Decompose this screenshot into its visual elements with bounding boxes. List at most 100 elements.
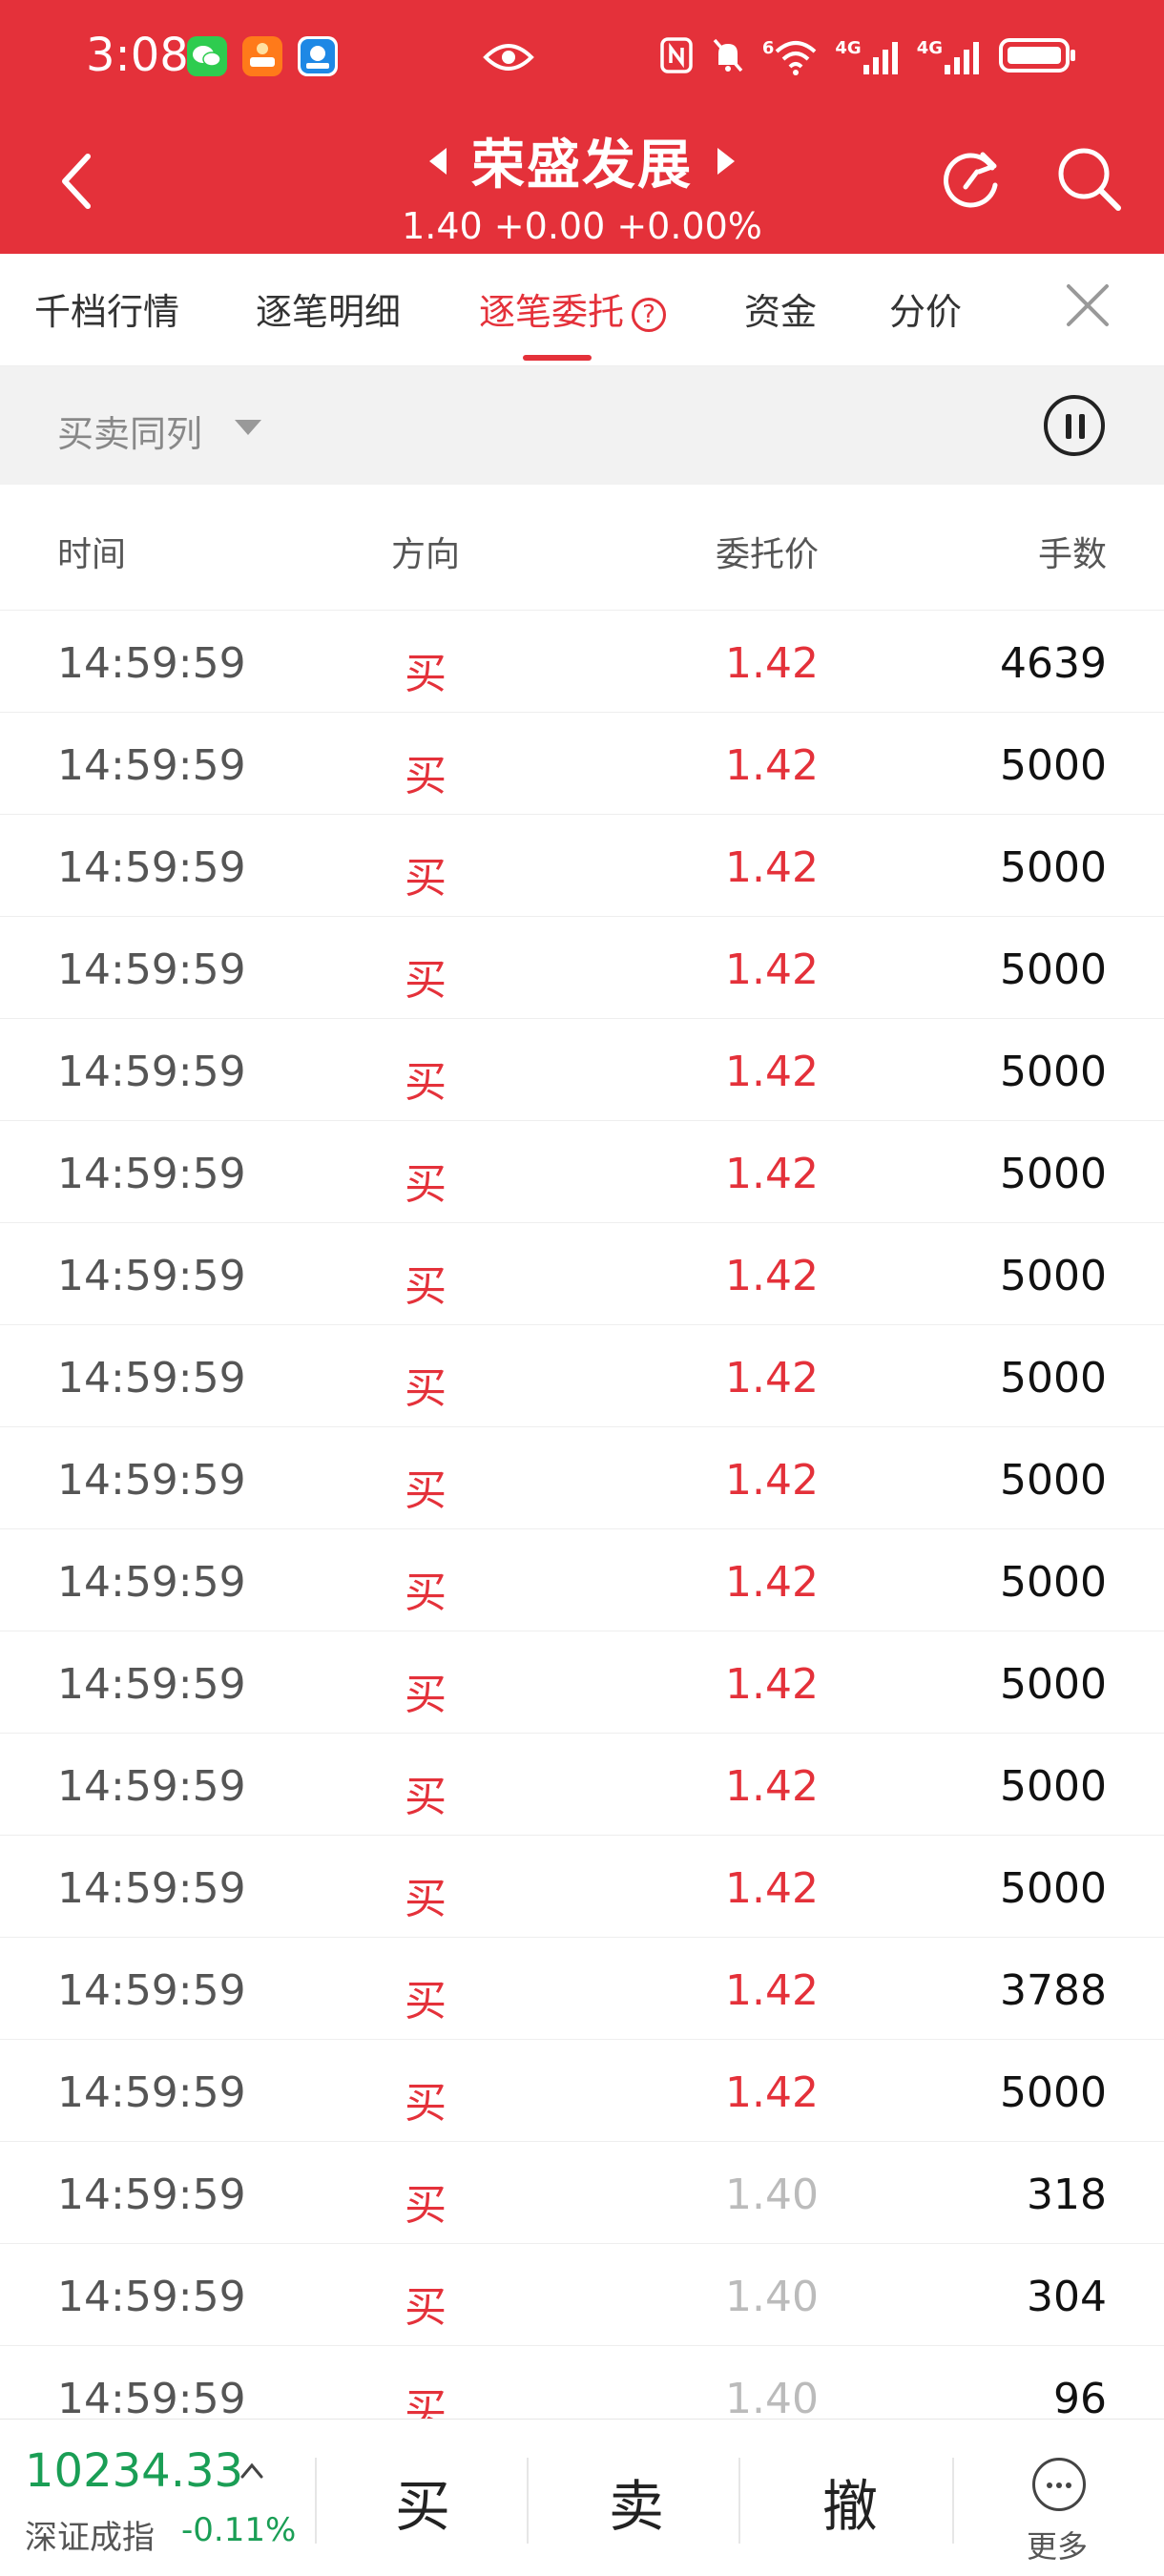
refresh-button[interactable] [935, 143, 1006, 214]
cell-price: 1.42 [725, 945, 819, 994]
cell-price: 1.42 [725, 1660, 819, 1709]
cell-direction: 买 [405, 1160, 447, 1209]
tab-order-details-label: 逐笔委托 [479, 291, 625, 333]
back-button[interactable] [50, 143, 107, 219]
cell-time: 14:59:59 [57, 1048, 246, 1096]
table-row[interactable]: 14:59:59 买 1.42 5000 [0, 1121, 1164, 1223]
cell-time: 14:59:59 [57, 2068, 246, 2117]
cell-time: 14:59:59 [57, 2171, 246, 2219]
buy-button[interactable]: 买 [395, 2462, 450, 2542]
cell-volume: 5000 [1000, 741, 1107, 790]
index-value[interactable]: 10234.33 [25, 2444, 243, 2498]
cell-volume: 3788 [1000, 1966, 1107, 2015]
table-row[interactable]: 14:59:59 买 1.42 5000 [0, 1019, 1164, 1121]
cell-price: 1.42 [725, 843, 819, 892]
cell-price: 1.40 [725, 2171, 819, 2219]
cancel-order-button[interactable]: 撤 [822, 2462, 878, 2542]
table-row[interactable]: 14:59:59 买 1.42 5000 [0, 1631, 1164, 1734]
more-icon[interactable] [1032, 2458, 1086, 2511]
filter-dropdown[interactable]: 买卖同列 [57, 405, 202, 457]
cell-price: 1.42 [725, 639, 819, 688]
table-row[interactable]: 14:59:59 买 1.40 318 [0, 2142, 1164, 2244]
cell-volume: 5000 [1000, 1252, 1107, 1300]
status-clock: 3:08 [86, 29, 189, 82]
cell-time: 14:59:59 [57, 945, 246, 994]
cell-direction: 买 [405, 2181, 447, 2230]
cell-volume: 318 [1027, 2171, 1107, 2219]
tab-bar: 千档行情 逐笔明细 逐笔委托? 资金 分价 [0, 254, 1164, 366]
cell-volume: 5000 [1000, 1762, 1107, 1811]
prev-stock-button[interactable] [429, 147, 447, 175]
stock-title-area: 荣盛发展 1.40 +0.00 +0.00% [334, 122, 830, 247]
table-row[interactable]: 14:59:59 买 1.42 5000 [0, 1427, 1164, 1529]
tab-capital[interactable]: 资金 [744, 282, 817, 335]
table-row[interactable]: 14:59:59 买 1.42 5000 [0, 1734, 1164, 1836]
cell-direction: 买 [405, 1466, 447, 1515]
divider [527, 2458, 529, 2544]
help-icon[interactable]: ? [632, 297, 667, 332]
cell-direction: 买 [405, 1977, 447, 2025]
status-bar: 3:08 6 4G 4G [0, 0, 1164, 114]
network-type-label: 4G [835, 38, 862, 58]
table-row[interactable]: 14:59:59 买 1.42 5000 [0, 815, 1164, 917]
dot [1056, 2483, 1062, 2488]
cell-time: 14:59:59 [57, 1252, 246, 1300]
pause-button[interactable] [1044, 395, 1105, 456]
cell-time: 14:59:59 [57, 2375, 246, 2419]
cell-direction: 买 [405, 1671, 447, 1719]
table-row[interactable]: 14:59:59 买 1.42 5000 [0, 713, 1164, 815]
tab-depth-quotes[interactable]: 千档行情 [34, 282, 179, 335]
cell-volume: 5000 [1000, 1354, 1107, 1402]
table-row[interactable]: 14:59:59 买 1.42 5000 [0, 1529, 1164, 1631]
table-row[interactable]: 14:59:59 买 1.42 5000 [0, 2040, 1164, 2142]
tab-trade-details[interactable]: 逐笔明细 [256, 282, 401, 335]
table-row[interactable]: 14:59:59 买 1.40 304 [0, 2244, 1164, 2346]
cell-time: 14:59:59 [57, 1762, 246, 1811]
table-row[interactable]: 14:59:59 买 1.42 5000 [0, 1325, 1164, 1427]
battery-icon [998, 36, 1078, 78]
app-header: 3:08 6 4G 4G 荣盛发展 1.40 +0.00 +0.00% [0, 0, 1164, 254]
cell-direction: 买 [405, 1058, 447, 1107]
cell-time: 14:59:59 [57, 1456, 246, 1505]
cell-volume: 5000 [1000, 1660, 1107, 1709]
table-row[interactable]: 14:59:59 买 1.42 3788 [0, 1938, 1164, 2040]
sell-button[interactable]: 卖 [609, 2462, 664, 2542]
table-row[interactable]: 14:59:59 买 1.42 4639 [0, 611, 1164, 713]
cell-direction: 买 [405, 2283, 447, 2332]
cell-volume: 5000 [1000, 945, 1107, 994]
cell-volume: 5000 [1000, 843, 1107, 892]
cell-price: 1.42 [725, 1150, 819, 1198]
cell-price: 1.42 [725, 1456, 819, 1505]
cell-time: 14:59:59 [57, 2273, 246, 2321]
stock-name: 荣盛发展 [471, 135, 693, 197]
order-list[interactable]: 14:59:59 买 1.42 4639 14:59:59 买 1.42 5000 14:59:… [0, 611, 1164, 2419]
chevron-up-icon[interactable] [239, 2458, 265, 2484]
table-row[interactable]: 14:59:59 买 1.42 5000 [0, 1836, 1164, 1938]
close-button[interactable] [1061, 279, 1114, 332]
cell-direction: 买 [405, 1568, 447, 1617]
table-row[interactable]: 14:59:59 买 1.42 5000 [0, 1223, 1164, 1325]
cell-time: 14:59:59 [57, 843, 246, 892]
tab-price-distribution[interactable]: 分价 [889, 282, 962, 335]
cell-time: 14:59:59 [57, 1660, 246, 1709]
table-row[interactable]: 14:59:59 买 1.42 5000 [0, 917, 1164, 1019]
cell-price: 1.42 [725, 2068, 819, 2117]
eye-icon [482, 38, 535, 76]
cell-price: 1.42 [725, 741, 819, 790]
next-stock-button[interactable] [717, 147, 735, 175]
signal-icon: 4G [835, 38, 899, 76]
cell-price: 1.42 [725, 1864, 819, 1913]
cell-price: 1.42 [725, 1558, 819, 1607]
tab-order-details[interactable]: 逐笔委托? [479, 282, 667, 335]
divider [315, 2458, 317, 2544]
table-row[interactable]: 14:59:59 买 1.40 96 [0, 2346, 1164, 2419]
bottom-bar: 10234.33 深证成指 -0.11% 买 卖 撤 更多 [0, 2419, 1164, 2576]
cell-time: 14:59:59 [57, 639, 246, 688]
cell-time: 14:59:59 [57, 1966, 246, 2015]
search-button[interactable] [1053, 143, 1124, 214]
cell-time: 14:59:59 [57, 1864, 246, 1913]
caret-down-icon[interactable] [235, 420, 261, 435]
cell-volume: 304 [1027, 2273, 1107, 2321]
cell-volume: 4639 [1000, 639, 1107, 688]
more-button[interactable]: 更多 [1027, 2523, 1088, 2566]
